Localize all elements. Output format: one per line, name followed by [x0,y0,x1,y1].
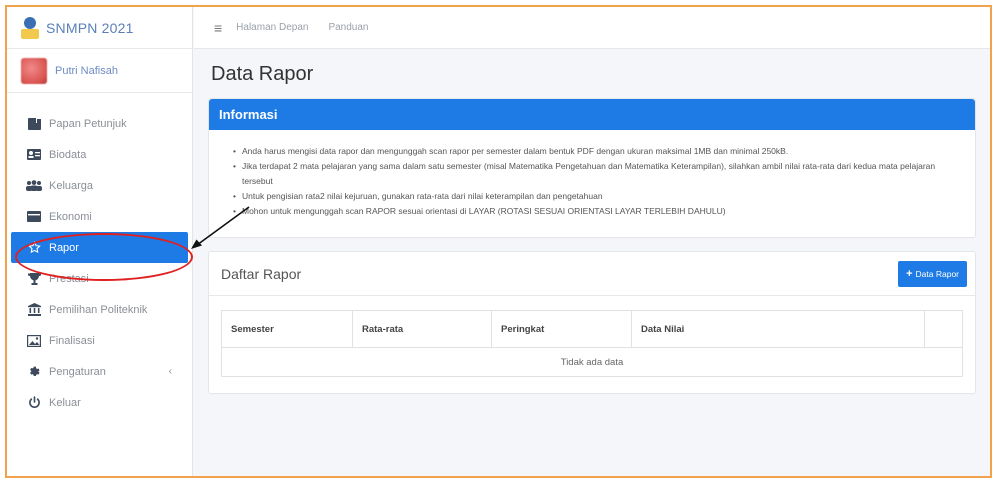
rapor-card: Daftar Rapor + Data Rapor Semester Rata-… [208,251,976,394]
avatar [21,57,47,84]
power-icon [26,396,42,410]
add-rapor-button[interactable]: + Data Rapor [898,260,967,287]
sidebar-item-label: Pemilihan Politeknik [49,303,148,316]
table-header-row: Semester Rata-rata Peringkat Data Nilai [221,310,963,348]
info-card: Informasi Anda harus mengisi data rapor … [208,98,976,238]
gear-icon [26,365,42,379]
rapor-table-wrap: Semester Rata-rata Peringkat Data Nilai … [209,296,975,393]
sidebar-item-papan-petunjuk[interactable]: Papan Petunjuk [7,108,192,139]
empty-table-message: Tidak ada data [221,347,963,377]
sidebar-item-label: Rapor [49,241,79,254]
sidebar-item-label: Pengaturan [49,365,106,378]
sidebar-item-keluar[interactable]: Keluar [7,387,192,418]
id-card-icon [26,148,42,162]
sidebar-item-biodata[interactable]: Biodata [7,139,192,170]
rapor-table: Semester Rata-rata Peringkat Data Nilai … [221,310,963,377]
sidebar-item-label: Ekonomi [49,210,92,223]
star-icon [26,241,42,255]
image-icon [26,334,42,348]
info-item: Mohon untuk mengunggah scan RAPOR sesuai… [233,204,963,219]
money-icon [26,210,42,224]
plus-icon: + [906,267,913,280]
screenshot-frame: SNMPN 2021 Putri Nafisah Papan Petunjuk … [5,5,992,478]
sidebar-item-rapor[interactable]: Rapor [11,232,188,263]
info-item: Anda harus mengisi data rapor dan mengun… [233,144,963,159]
sidebar: SNMPN 2021 Putri Nafisah Papan Petunjuk … [7,7,193,476]
topbar-link-panduan[interactable]: Panduan [328,22,368,33]
table-row: Tidak ada data [221,347,963,377]
sidebar-item-label: Biodata [49,148,87,161]
sidebar-item-ekonomi[interactable]: Ekonomi [7,201,192,232]
sidebar-item-label: Finalisasi [49,334,95,347]
sidebar-item-keluarga[interactable]: Keluarga [7,170,192,201]
rapor-card-header: Daftar Rapor + Data Rapor [209,252,975,296]
topbar: ≡ Halaman Depan Panduan [194,7,990,49]
sidebar-item-label: Keluarga [49,179,94,192]
column-header-rata-rata[interactable]: Rata-rata [352,310,492,348]
rapor-card-title: Daftar Rapor [221,265,302,282]
page-title: Data Rapor [211,63,314,85]
add-rapor-label: Data Rapor [915,268,959,279]
sidebar-item-label: Prestasi [49,272,89,285]
institution-icon [26,303,42,317]
trophy-icon [26,272,42,286]
sidebar-item-finalisasi[interactable]: Finalisasi [7,325,192,356]
user-name[interactable]: Putri Nafisah [55,65,118,77]
sidebar-item-prestasi[interactable]: Prestasi [7,263,192,294]
sidebar-item-label: Papan Petunjuk [49,117,127,130]
info-item: Untuk pengisian rata2 nilai kejuruan, gu… [233,189,963,204]
column-header-semester[interactable]: Semester [221,310,353,348]
column-header-actions [924,310,963,348]
user-panel: Putri Nafisah [7,49,192,93]
dashboard-icon [26,117,42,131]
info-item: Jika terdapat 2 mata pelajaran yang sama… [233,159,963,189]
brand-name: SNMPN 2021 [46,19,134,36]
column-header-data-nilai[interactable]: Data Nilai [631,310,925,348]
chevron-left-icon: ‹ [168,366,172,377]
topbar-link-halaman-depan[interactable]: Halaman Depan [236,22,308,33]
users-icon [26,179,42,193]
column-header-peringkat[interactable]: Peringkat [491,310,632,348]
info-card-title: Informasi [209,99,975,130]
sidebar-item-pengaturan[interactable]: Pengaturan ‹ [7,356,192,387]
sidebar-menu: Papan Petunjuk Biodata Keluarga Ekonomi [7,108,192,418]
brand[interactable]: SNMPN 2021 [7,7,192,49]
sidebar-item-label: Keluar [49,396,81,409]
menu-toggle-icon[interactable]: ≡ [214,20,222,36]
logo-icon [21,16,39,39]
info-list: Anda harus mengisi data rapor dan mengun… [209,130,975,237]
sidebar-item-pemilihan-politeknik[interactable]: Pemilihan Politeknik [7,294,192,325]
main-content: Data Rapor Informasi Anda harus mengisi … [194,49,990,476]
